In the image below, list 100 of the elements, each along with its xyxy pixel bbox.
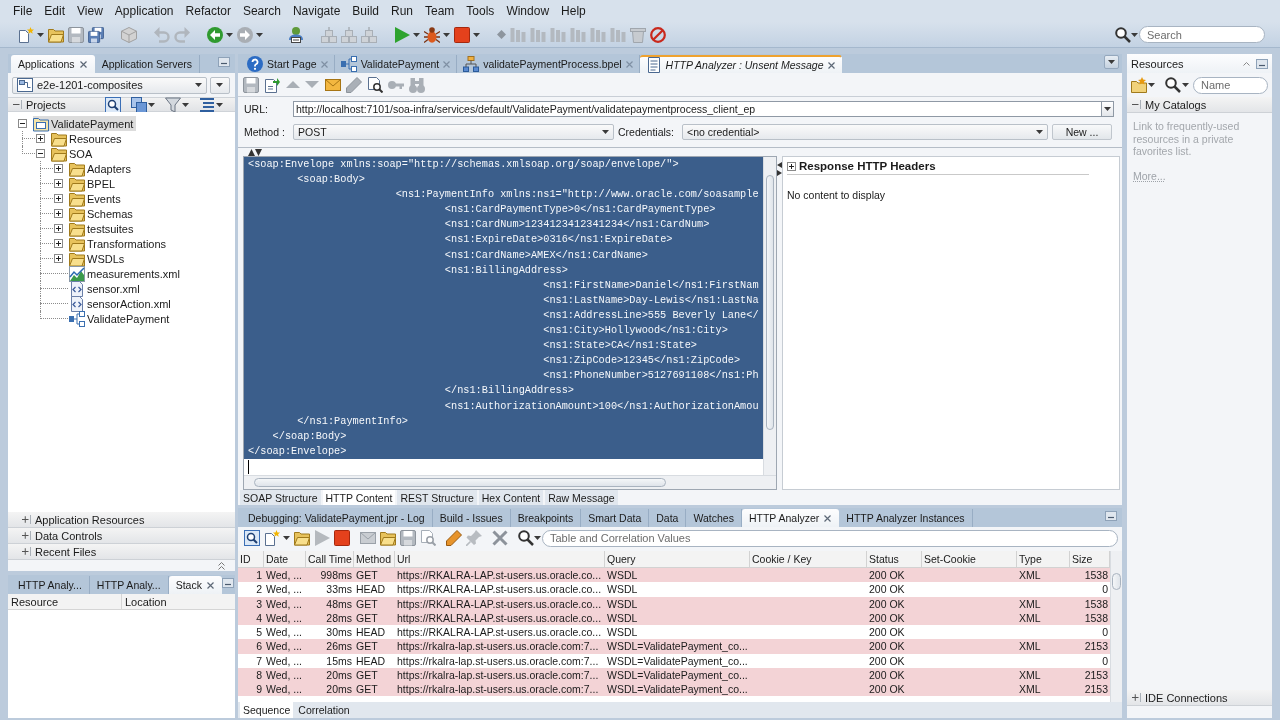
plus-icon[interactable]: [22, 515, 31, 524]
search-icon[interactable]: [244, 530, 260, 546]
application-dropdown[interactable]: e2e-1201-composites: [12, 76, 207, 94]
search-icon[interactable]: [1165, 77, 1181, 93]
tab[interactable]: HTTP Analyzer : Unsent Message: [639, 55, 842, 73]
menu-item[interactable]: Build: [352, 3, 379, 19]
plus-icon[interactable]: [54, 164, 63, 173]
caret-icon[interactable]: [534, 536, 541, 540]
document-magnifier-icon[interactable]: [367, 76, 383, 93]
folder-icon[interactable]: [294, 530, 310, 546]
column-header[interactable]: Set-Cookie: [922, 551, 1017, 567]
vertical-scrollbar[interactable]: [763, 157, 776, 475]
bug-icon[interactable]: [424, 26, 440, 43]
accordion-header[interactable]: Recent Files: [8, 544, 235, 560]
close-icon[interactable]: [827, 61, 835, 69]
minimize-icon[interactable]: [218, 56, 230, 67]
plus-icon[interactable]: [36, 134, 45, 143]
search-field[interactable]: Table and Correlation Values: [542, 529, 1118, 547]
menu-item[interactable]: View: [77, 3, 103, 19]
menu-item[interactable]: Window: [506, 3, 550, 19]
tab[interactable]: Build - Issues: [432, 509, 511, 527]
horizontal-scrollbar[interactable]: [244, 475, 776, 489]
chevron-up-icon[interactable]: [1243, 61, 1250, 66]
caret-icon[interactable]: [148, 102, 155, 107]
table-row[interactable]: 8 Wed, ... 20ms GET https://rkalra-lap.st-users.us.oracle.com:7... WSDL=ValidatePayment_co... 200 OK XML 2153: [238, 667, 1110, 682]
menu-item[interactable]: File: [13, 3, 33, 19]
column-header[interactable]: ID: [238, 551, 264, 567]
caret-icon[interactable]: [1182, 83, 1189, 87]
table-row[interactable]: 7 Wed, ... 15ms HEAD https://rkalra-lap.st-users.us.oracle.com:7... WSDL=ValidatePayment_co... 200 OK 0: [238, 653, 1110, 668]
plus-icon[interactable]: [787, 161, 796, 171]
accordion-header[interactable]: IDE Connections: [1127, 690, 1272, 706]
plus-icon[interactable]: [54, 209, 63, 218]
minus-icon[interactable]: [13, 100, 22, 109]
tab[interactable]: Debugging: ValidatePayment.jpr - Log: [241, 509, 433, 527]
caret-icon[interactable]: [226, 32, 233, 37]
dropdown-button[interactable]: [210, 76, 230, 94]
close-icon[interactable]: [79, 60, 87, 68]
caret-icon[interactable]: [443, 32, 450, 37]
search-icon[interactable]: [1115, 26, 1131, 43]
tree-item[interactable]: Transformations: [69, 236, 170, 251]
menu-item[interactable]: Search: [242, 3, 281, 19]
caret-icon[interactable]: [413, 32, 420, 37]
tree-item[interactable]: WSDLs: [69, 251, 128, 266]
caret-icon[interactable]: [283, 536, 290, 540]
table-row[interactable]: 1 Wed, ... 998ms GET https://RKALRA-LAP.st-users.us.oracle.co... WSDL 200 OK XML 1538: [238, 568, 1110, 583]
menu-item[interactable]: Tools: [466, 3, 495, 19]
tree-item[interactable]: Adapters: [69, 161, 135, 176]
tab[interactable]: REST Structure: [397, 490, 477, 505]
tab[interactable]: HTTP Analyzer Instances: [839, 509, 973, 527]
stop-icon[interactable]: [454, 26, 470, 43]
accordion-header[interactable]: My Catalogs: [1127, 97, 1272, 113]
list-icon[interactable]: [199, 96, 215, 113]
tab[interactable]: ValidatePayment: [334, 55, 458, 73]
menu-item[interactable]: Help: [561, 3, 586, 19]
folder-star-icon[interactable]: [1131, 77, 1147, 93]
table-row[interactable]: 6 Wed, ... 26ms GET https://rkalra-lap.st-users.us.oracle.com:7... WSDL=ValidatePayment_co... 200 OK XML 2153: [238, 639, 1110, 654]
tab[interactable]: HTTP Content: [322, 490, 396, 505]
tree-item[interactable]: testsuites: [69, 221, 137, 236]
plus-icon[interactable]: [54, 179, 63, 188]
split-arrows-icon[interactable]: [777, 162, 782, 176]
search-icon[interactable]: [518, 530, 534, 546]
plus-icon[interactable]: [22, 531, 31, 540]
tab[interactable]: Sequence: [240, 702, 294, 718]
plus-icon[interactable]: [54, 224, 63, 233]
search-field[interactable]: Search: [1139, 26, 1265, 43]
tree-item[interactable]: BPEL: [69, 176, 119, 191]
plus-icon[interactable]: [54, 194, 63, 203]
minus-icon[interactable]: [18, 119, 27, 128]
tree-item[interactable]: Events: [69, 191, 124, 206]
minus-icon[interactable]: [36, 149, 45, 158]
menu-item[interactable]: Team: [425, 3, 455, 19]
double-chevron-icon[interactable]: [218, 561, 225, 570]
caret-icon[interactable]: [182, 102, 189, 107]
column-header[interactable]: Query: [605, 551, 750, 567]
minimize-icon[interactable]: [1256, 58, 1268, 69]
accordion-header[interactable]: Data Controls: [8, 528, 235, 544]
menu-item[interactable]: Application: [114, 3, 174, 19]
tree-item[interactable]: sensorAction.xml: [69, 296, 174, 311]
tree-item[interactable]: SOA: [51, 146, 96, 161]
accordion-header[interactable]: Application Resources: [8, 512, 235, 528]
column-header[interactable]: Status: [867, 551, 922, 567]
minimize-icon[interactable]: [221, 577, 234, 588]
funnel-icon[interactable]: [165, 96, 181, 113]
menu-item[interactable]: Edit: [44, 3, 66, 19]
search-field[interactable]: Name: [1193, 76, 1268, 94]
pencil-icon[interactable]: [446, 530, 462, 546]
tree-item[interactable]: ValidatePayment: [33, 116, 137, 131]
close-icon[interactable]: [824, 514, 832, 522]
table-row[interactable]: 2 Wed, ... 33ms HEAD https://RKALRA-LAP.st-users.us.oracle.co... WSDL 200 OK 0: [238, 582, 1110, 597]
plus-icon[interactable]: [1132, 693, 1141, 702]
tab[interactable]: Start Page: [241, 55, 335, 73]
document-arrow-icon[interactable]: [264, 76, 280, 93]
new-button[interactable]: New ...: [1052, 124, 1112, 140]
menu-item[interactable]: Refactor: [185, 3, 231, 19]
floppy-disks-icon[interactable]: [88, 26, 104, 43]
plus-icon[interactable]: [54, 239, 63, 248]
tree-item[interactable]: measurements.xml: [69, 266, 183, 281]
menu-item[interactable]: Run: [391, 3, 413, 19]
caret-icon[interactable]: [1131, 32, 1138, 37]
caret-icon[interactable]: [473, 32, 480, 37]
